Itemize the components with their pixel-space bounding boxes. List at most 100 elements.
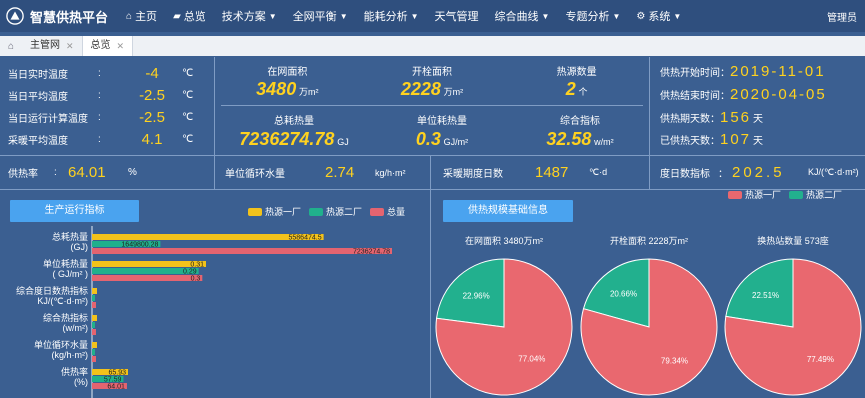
degree-index-panel: 度日数指标： 202.5 KJ/(℃·d·m²) (650, 156, 865, 190)
nav-item-5[interactable]: 天气管理 (435, 8, 479, 24)
temp-value: 4.1 (141, 131, 163, 148)
legend-label: 热源一厂 (745, 190, 782, 200)
close-icon[interactable]: ✕ (117, 36, 125, 56)
water-unit: kg/h·m² (375, 167, 406, 178)
nav-item-label: 全网平衡 (292, 11, 337, 23)
production-indicators-button[interactable]: 生产运行指标 (10, 200, 139, 222)
stat-value: 2 (565, 79, 576, 99)
nav-item-4[interactable]: 能耗分析 ▼ (364, 8, 419, 24)
heat-rate-panel: 供热率:64.01% (0, 156, 215, 190)
pie-legend: 热源一厂 热源二厂 (720, 188, 842, 201)
main-nav: ⌂ 主页 ▰ 总览 技术方案 ▼ 全网平衡 ▼ 能耗分析 ▼ 天气管理 综合曲线 ▼ 专题分析 ▼ ⚙ 系统 ▼ (118, 8, 689, 24)
pie-slice-label: 77.49% (807, 355, 834, 364)
stat-label: 热源数量 (556, 67, 597, 78)
nav-item-8[interactable]: ⚙ 系统 ▼ (636, 8, 681, 24)
production-bar-chart: 总耗热量(GJ) 5586474.5 1649800.28 7236274.78 单位耗… (16, 226, 392, 398)
stat-label: 开栓面积 (411, 67, 452, 78)
temp-unit: ℃ (182, 112, 194, 123)
heating-scale-button[interactable]: 供热规模基础信息 (443, 200, 573, 222)
pie-slice-label: 77.04% (518, 355, 545, 364)
user-menu[interactable]: 管理员 (827, 9, 857, 24)
home-icon: ⌂ (126, 10, 133, 22)
tab-overview[interactable]: 总览 ✕ (82, 36, 134, 56)
bar-0-2 (92, 248, 392, 254)
tab-main-network[interactable]: 主管网 ✕ (22, 36, 83, 56)
stat-value: 3480 (256, 79, 297, 99)
legend-swatch (370, 207, 385, 216)
bar-value-label: 7236274.78 (353, 249, 390, 256)
degree-days-panel: 采暖期度日数 1487 ℃·d (431, 156, 650, 190)
season-value: 156 (720, 109, 752, 126)
season-label: 已供热天数 (660, 136, 710, 147)
temp-row: 当日运行计算温度: -2.5 ℃ (8, 109, 194, 126)
stat-label: 总耗热量 (274, 116, 314, 127)
stat-label: 在网面积 (267, 67, 308, 78)
nav-item-7[interactable]: 专题分析 ▼ (565, 8, 620, 24)
bar-value-label: 57.59 (104, 377, 122, 384)
nav-item-label: 技术方案 (221, 11, 266, 23)
home-tab-icon[interactable]: ⌂ (0, 41, 22, 52)
chevron-down-icon: ▼ (410, 11, 419, 21)
temp-unit: ℃ (182, 90, 194, 101)
bar-4-2 (92, 356, 96, 362)
temp-row: 当日实时温度: -4 ℃ (8, 65, 194, 82)
stat-value: 2228 (400, 79, 441, 99)
temperature-panel: 当日实时温度: -4 ℃ 当日平均温度: -2.5 ℃ 当日运行计算温度: -2.5 ℃ 采… (0, 57, 215, 156)
app-title: 智慧供热平台 (30, 9, 109, 25)
temp-value: -2.5 (139, 109, 165, 126)
nav-item-label: 系统 (648, 11, 671, 23)
temp-label: 当日运行计算温度 (8, 114, 88, 125)
temp-value: -2.5 (139, 87, 165, 104)
legend-swatch (309, 207, 324, 216)
bar-2-1 (92, 295, 95, 301)
pie-slice-label: 79.34% (661, 357, 688, 366)
stat-unit: 万m² (443, 87, 464, 97)
nav-item-1[interactable]: ▰ 总览 (173, 8, 206, 24)
water-label: 单位循环水量 (225, 169, 285, 180)
temp-label: 当日实时温度 (8, 70, 68, 81)
category-label: 单位耗热量 (43, 258, 88, 269)
pie-slice-label: 22.96% (463, 291, 490, 300)
bar-2-2 (92, 302, 96, 308)
category-label: (%) (74, 377, 88, 387)
heat-rate-value: 64.01 (68, 164, 106, 181)
nav-item-3[interactable]: 全网平衡 ▼ (293, 8, 348, 24)
legend-swatch (728, 190, 742, 199)
stat-unit: GJ (337, 137, 349, 147)
logo-icon (6, 7, 24, 25)
temp-unit: ℃ (182, 68, 194, 79)
chevron-down-icon: ▼ (339, 11, 348, 21)
temp-row: 当日平均温度: -2.5 ℃ (8, 87, 194, 104)
close-icon[interactable]: ✕ (66, 36, 74, 56)
app-logo[interactable]: 智慧供热平台 (6, 7, 108, 26)
nav-item-0[interactable]: ⌂ 主页 (126, 8, 157, 24)
legend-swatch (248, 207, 262, 216)
nav-item-2[interactable]: 技术方案 ▼ (222, 8, 277, 24)
category-label: 综合热指标 (43, 312, 88, 323)
bar-value-label: 64.01 (107, 384, 125, 391)
pie-title: 开栓面积 2228万m² (610, 235, 688, 246)
season-label: 供热期天数 (660, 114, 710, 125)
bar-4-0 (92, 342, 97, 348)
bar-value-label: 65.93 (108, 370, 126, 377)
tab-label: 主管网 (30, 40, 60, 51)
legend-label: 热源一厂 (265, 207, 302, 217)
bar-1-0 (92, 261, 206, 267)
nav-item-label: 总览 (183, 11, 206, 23)
season-unit: 天 (753, 136, 764, 147)
heat-rate-unit: % (128, 167, 137, 178)
category-label: KJ/(℃·d·m²) (37, 296, 88, 306)
top-navbar: 智慧供热平台 ⌂ 主页 ▰ 总览 技术方案 ▼ 全网平衡 ▼ 能耗分析 ▼ 天气管理 综合曲线 ▼ 专题分… (0, 0, 865, 32)
stat-label: 单位耗热量 (417, 116, 467, 127)
stat-value: 7236274.78 (239, 129, 335, 149)
category-label: 综合度日数热指标 (16, 285, 88, 296)
bar-3-0 (92, 315, 97, 321)
chevron-down-icon: ▼ (673, 11, 682, 21)
bar-4-1 (92, 349, 95, 355)
degree-days-unit: ℃·d (589, 167, 608, 177)
nav-item-6[interactable]: 综合曲线 ▼ (495, 8, 550, 24)
nav-item-label: 综合曲线 (494, 11, 539, 23)
nav-item-label: 天气管理 (434, 11, 479, 23)
temp-unit: ℃ (182, 134, 194, 145)
stat-unit: GJ/m² (443, 137, 469, 147)
